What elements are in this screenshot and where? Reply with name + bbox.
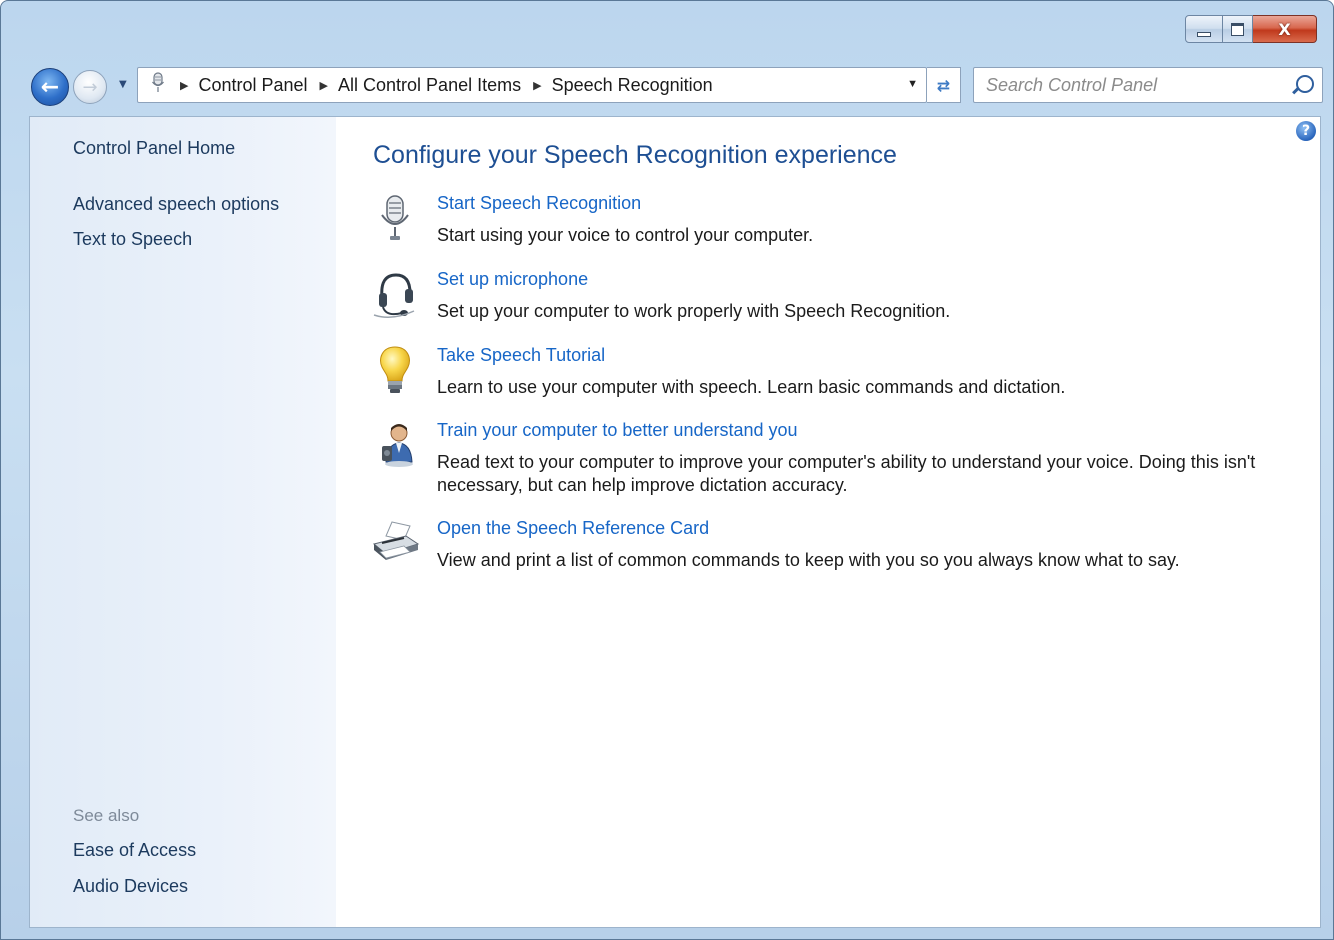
back-button[interactable]: ← [31,68,69,106]
minimize-icon [1197,31,1211,37]
sidebar: Control Panel Home Advanced speech optio… [30,117,336,927]
content-area: Control Panel Home Advanced speech optio… [29,116,1321,928]
breadcrumb-speech-recognition[interactable]: Speech Recognition [552,75,713,96]
task-description: Start using your voice to control your c… [437,225,814,245]
start-speech-recognition-link[interactable]: Start Speech Recognition [437,193,641,214]
minimize-button[interactable] [1185,15,1223,43]
sidebar-item-ease-of-access[interactable]: Ease of Access [73,840,196,861]
task-description: Read text to your computer to improve yo… [437,452,1256,495]
train-your-computer-link[interactable]: Train your computer to better understand… [437,420,798,441]
refresh-button[interactable]: ⇄ [927,67,961,103]
recent-pages-dropdown[interactable]: ▼ [119,79,127,90]
back-arrow-icon: ← [40,74,60,100]
set-up-microphone-link[interactable]: Set up microphone [437,269,588,290]
address-bar[interactable]: ▶ Control Panel ▶ All Control Panel Item… [137,67,927,103]
take-speech-tutorial-link[interactable]: Take Speech Tutorial [437,345,605,366]
task-description: Set up your computer to work properly wi… [437,301,951,321]
see-also-heading: See also [73,806,140,825]
page-title: Configure your Speech Recognition experi… [373,141,897,169]
search-icon[interactable] [1296,75,1314,93]
user-training-icon [370,420,420,470]
sidebar-item-advanced-speech-options[interactable]: Advanced speech options [73,194,279,215]
lightbulb-icon [370,345,420,395]
maximize-button[interactable] [1223,15,1253,43]
help-icon[interactable]: ? [1296,121,1316,141]
open-speech-reference-card-link[interactable]: Open the Speech Reference Card [437,518,709,539]
sidebar-item-audio-devices[interactable]: Audio Devices [73,876,188,897]
control-panel-window: X ← → ▼ ▶ Control Panel ▶ All Control Pa… [0,0,1334,940]
microphone-icon [370,193,420,243]
close-button[interactable]: X [1253,15,1317,43]
chevron-right-icon[interactable]: ▶ [180,79,188,92]
headset-icon [370,269,420,319]
task-description: View and print a list of common commands… [437,550,1180,570]
close-icon: X [1278,19,1291,39]
search-input[interactable] [984,69,1298,101]
navigation-bar: ← → ▼ ▶ Control Panel ▶ All Control Pane… [29,65,1323,107]
breadcrumb-control-panel[interactable]: Control Panel [198,75,307,96]
chevron-down-icon[interactable]: ▼ [907,78,918,90]
sidebar-item-text-to-speech[interactable]: Text to Speech [73,229,192,250]
forward-button[interactable]: → [73,70,107,104]
breadcrumb-all-control-panel-items[interactable]: All Control Panel Items [338,75,521,96]
printer-icon [370,518,420,568]
search-box [973,67,1323,103]
chevron-right-icon[interactable]: ▶ [320,79,328,92]
chevron-right-icon[interactable]: ▶ [533,79,541,92]
sidebar-item-control-panel-home[interactable]: Control Panel Home [73,138,235,159]
task-description: Learn to use your computer with speech. … [437,377,1066,397]
forward-arrow-icon: → [82,76,98,98]
refresh-icon: ⇄ [936,75,951,95]
maximize-icon [1231,22,1244,36]
caption-buttons: X [1185,15,1317,45]
microphone-icon [148,71,168,99]
